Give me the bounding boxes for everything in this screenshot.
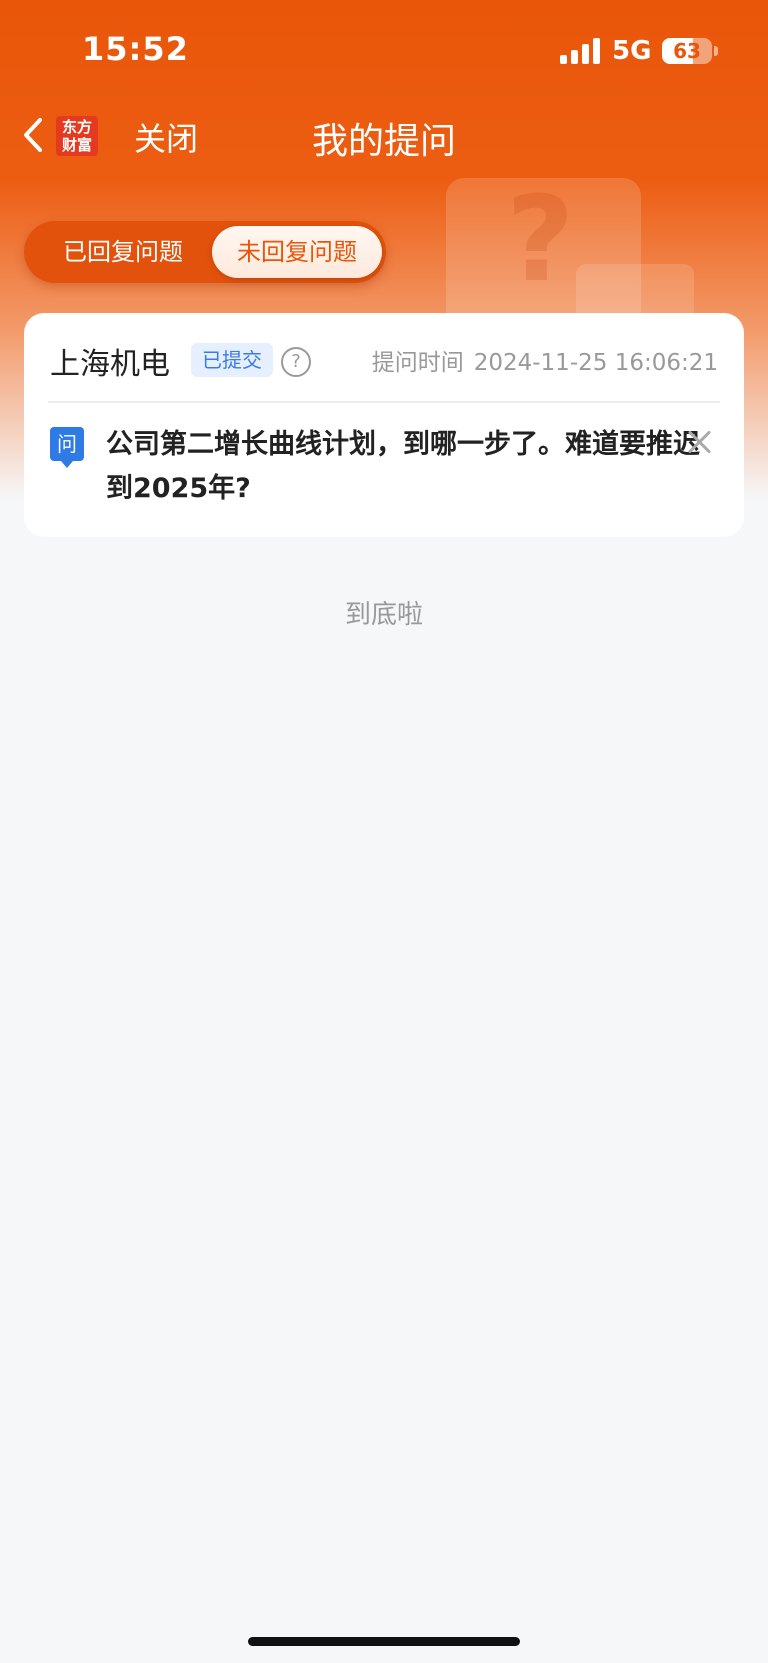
tab-replied[interactable]: 已回复问题 — [30, 221, 216, 283]
help-icon[interactable]: ? — [281, 347, 311, 377]
tab-unreplied[interactable]: 未回复问题 — [212, 226, 382, 278]
answer-status-tabs: 已回复问题 未回复问题 — [24, 221, 386, 283]
question-time-value: 2024-11-25 16:06:21 — [473, 350, 718, 376]
battery-icon: 63 — [662, 38, 712, 64]
battery-tip — [714, 46, 718, 56]
end-of-list-text: 到底啦 — [344, 600, 423, 630]
close-icon[interactable] — [684, 427, 714, 457]
home-indicator — [248, 1637, 520, 1646]
divider — [48, 401, 720, 403]
question-card[interactable]: 上海机电 已提交 ? 提问时间 2024-11-25 16:06:21 问 公司第… — [24, 313, 744, 537]
company-name: 上海机电 — [50, 347, 170, 382]
page-title: 我的提问 — [311, 121, 456, 162]
question-time-label: 提问时间 — [371, 350, 464, 376]
question-mark-illustration-icon: ? — [506, 170, 575, 308]
signal-icon — [560, 38, 602, 64]
question-text: 公司第二增长曲线计划，到哪一步了。难道要推迟到2025年? — [106, 429, 700, 504]
status-badge: 已提交 — [191, 343, 273, 377]
network-type: 5G — [612, 36, 652, 66]
status-time: 15:52 — [82, 30, 189, 68]
question-icon: 问 — [50, 427, 84, 468]
question-time: 提问时间 2024-11-25 16:06:21 — [372, 343, 718, 377]
